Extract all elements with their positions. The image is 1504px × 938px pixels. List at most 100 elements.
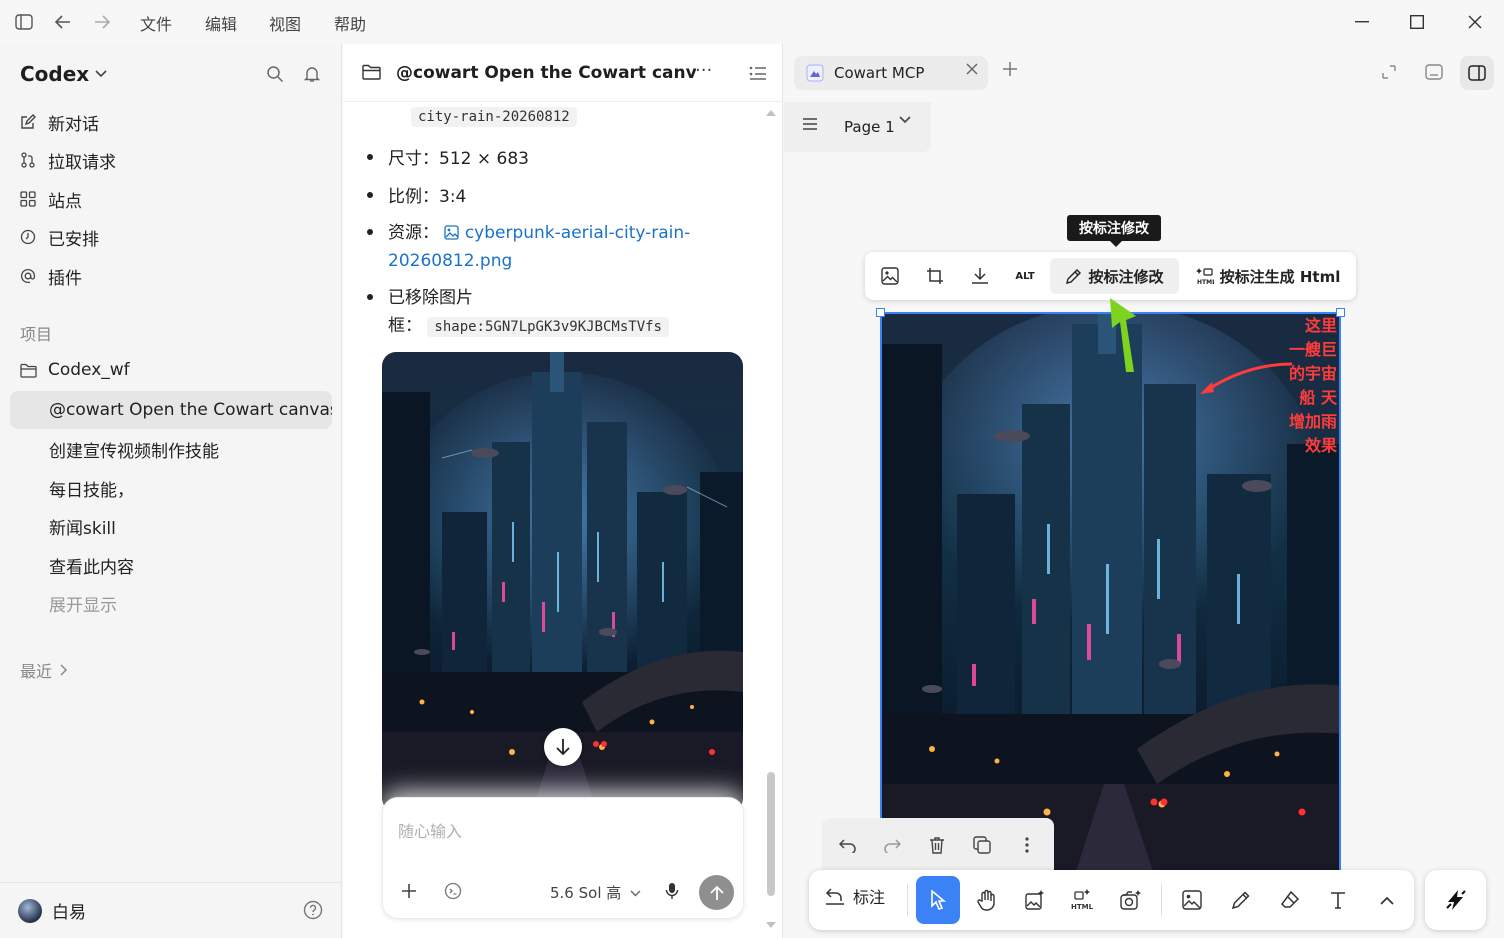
sidebar-item-label: 已安排 — [48, 229, 99, 250]
resource-link-text: 20260812.png — [388, 251, 513, 271]
toolbar-divider — [907, 884, 908, 916]
sidebar-item-plugins[interactable]: 插件 — [18, 261, 82, 291]
workspace-switcher[interactable]: Codex — [20, 62, 107, 86]
trash-icon[interactable] — [926, 834, 948, 856]
ai-camera-tool-button[interactable] — [1109, 876, 1153, 924]
eraser-icon — [1281, 890, 1300, 908]
image-replace-icon[interactable] — [873, 258, 907, 294]
recent-label: 最近 — [20, 662, 53, 681]
page-label: Page 1 — [844, 118, 895, 136]
help-icon[interactable] — [303, 900, 323, 920]
resource-bullet: 资源： cyberpunk-aerial-city-rain- 20260812.… — [367, 219, 708, 275]
panel-bottom-icon[interactable] — [1423, 61, 1445, 83]
search-icon[interactable] — [265, 64, 285, 84]
model-selector[interactable]: 5.6 Sol 高 — [550, 882, 641, 903]
html-sparkle-icon: HTML — [1195, 268, 1214, 285]
size-value: 512 × 683 — [439, 149, 529, 169]
resource-link-text: cyberpunk-aerial-city-rain- — [464, 223, 691, 243]
removed-label: 已移除图片 — [388, 288, 473, 308]
expand-threads-link[interactable]: 展开显示 — [10, 584, 332, 622]
scroll-up-arrow-icon[interactable] — [766, 110, 776, 116]
chevron-down-icon — [95, 70, 107, 78]
project-folder-codex-wf[interactable]: Codex_wf — [18, 355, 130, 385]
thread-item-cowart[interactable]: @cowart Open the Cowart canvas f — [10, 391, 332, 429]
pen-tool-button[interactable] — [1219, 876, 1263, 924]
close-window-button[interactable] — [1463, 10, 1487, 34]
text-tool-button[interactable] — [1316, 876, 1360, 924]
menu-edit[interactable]: 编辑 — [205, 11, 237, 35]
annotate-tool-button[interactable]: 标注 — [825, 884, 885, 908]
scroll-to-bottom-button[interactable] — [544, 728, 582, 766]
hand-tool-button[interactable] — [965, 876, 1009, 924]
chat-scrollbar[interactable] — [767, 772, 775, 896]
expand-icon[interactable] — [1378, 61, 1400, 83]
user-profile[interactable]: 白易 — [0, 882, 341, 938]
composer-input[interactable]: 随心输入 — [398, 818, 462, 842]
alt-text-button[interactable]: ALT — [1008, 258, 1042, 294]
minimize-button[interactable] — [1350, 10, 1374, 34]
thread-item-daily-skill[interactable]: 每日技能， — [10, 469, 332, 507]
thread-item-news-skill[interactable]: 新闻skill — [10, 507, 332, 545]
ai-quick-action-button[interactable] — [1425, 870, 1486, 930]
sidebar-item-new-chat[interactable]: 新对话 — [18, 107, 99, 137]
download-icon[interactable] — [963, 258, 997, 294]
microphone-icon[interactable] — [661, 880, 683, 902]
annotation-line: 增加雨 — [1289, 412, 1338, 431]
image-tool-button[interactable] — [1170, 876, 1214, 924]
chevron-up-icon — [1380, 896, 1394, 905]
close-tab-icon[interactable] — [966, 63, 978, 75]
shape-code: shape:5GN7LpGK3v9KJBCMsTVfs — [427, 317, 669, 337]
user-name: 白易 — [52, 903, 86, 923]
folder-icon — [362, 64, 381, 80]
grid-icon — [18, 189, 38, 209]
page-selector[interactable]: Page 1 — [784, 102, 931, 152]
redo-icon[interactable] — [881, 834, 903, 856]
sidebar-toggle-icon[interactable] — [14, 12, 34, 32]
undo-icon[interactable] — [837, 834, 859, 856]
sidebar-item-scheduled[interactable]: 已安排 — [18, 222, 99, 252]
forward-arrow-icon[interactable] — [92, 12, 112, 32]
selected-image-frame[interactable]: 这里 一艘巨 的宇宙 船 天 增加雨 效果 — [880, 312, 1341, 882]
command-icon[interactable] — [442, 880, 464, 902]
back-arrow-icon[interactable] — [53, 12, 73, 32]
thread-item-view-content[interactable]: 查看此内容 — [10, 546, 332, 584]
resize-handle-top-right[interactable] — [1336, 308, 1345, 317]
new-tab-icon[interactable] — [1002, 61, 1018, 77]
menu-icon[interactable] — [802, 117, 818, 131]
maximize-button[interactable] — [1405, 10, 1429, 34]
more-tools-button[interactable] — [1365, 876, 1409, 924]
send-button[interactable] — [699, 875, 734, 910]
more-options-icon[interactable]: ··· — [695, 60, 712, 81]
menu-view[interactable]: 视图 — [269, 11, 301, 35]
more-vertical-icon[interactable] — [1016, 834, 1038, 856]
sidebar-item-label: 新对话 — [48, 114, 99, 135]
sidebar-item-pull-requests[interactable]: 拉取请求 — [18, 145, 116, 175]
duplicate-icon[interactable] — [971, 834, 993, 856]
resize-handle-top-left[interactable] — [876, 308, 885, 317]
canvas-main-toolbar: 标注 HTML — [809, 870, 1414, 930]
add-attachment-icon[interactable] — [398, 880, 420, 902]
recent-section-toggle[interactable]: 最近 — [20, 658, 68, 682]
removed-label: 框： — [388, 316, 422, 336]
scroll-down-arrow-icon[interactable] — [766, 922, 776, 928]
code-inline: city-rain-20260812 — [411, 107, 577, 127]
bell-icon[interactable] — [302, 64, 322, 84]
tab-cowart-mcp[interactable]: Cowart MCP — [794, 56, 988, 90]
ratio-value: 3:4 — [439, 187, 467, 207]
svg-text:HTML: HTML — [1197, 279, 1214, 285]
message-composer[interactable]: 随心输入 5.6 Sol 高 — [382, 797, 744, 919]
generate-html-button[interactable]: HTML 按标注生成 Html — [1190, 258, 1346, 294]
ai-image-tool-button[interactable] — [1013, 876, 1057, 924]
crop-icon[interactable] — [918, 258, 952, 294]
menu-help[interactable]: 帮助 — [334, 11, 366, 35]
menu-file[interactable]: 文件 — [140, 11, 172, 35]
eraser-tool-button[interactable] — [1268, 876, 1312, 924]
select-tool-button[interactable] — [916, 876, 960, 924]
sidebar-item-sites[interactable]: 站点 — [18, 184, 82, 214]
panel-right-icon[interactable] — [1460, 56, 1494, 90]
image-file-icon — [444, 225, 460, 240]
list-view-icon[interactable] — [749, 65, 767, 81]
html-tool-button[interactable]: HTML — [1061, 876, 1105, 924]
thread-item-promo-video[interactable]: 创建宣传视频制作技能 — [10, 430, 332, 468]
edit-by-annotation-button[interactable]: 按标注修改 — [1050, 258, 1179, 294]
